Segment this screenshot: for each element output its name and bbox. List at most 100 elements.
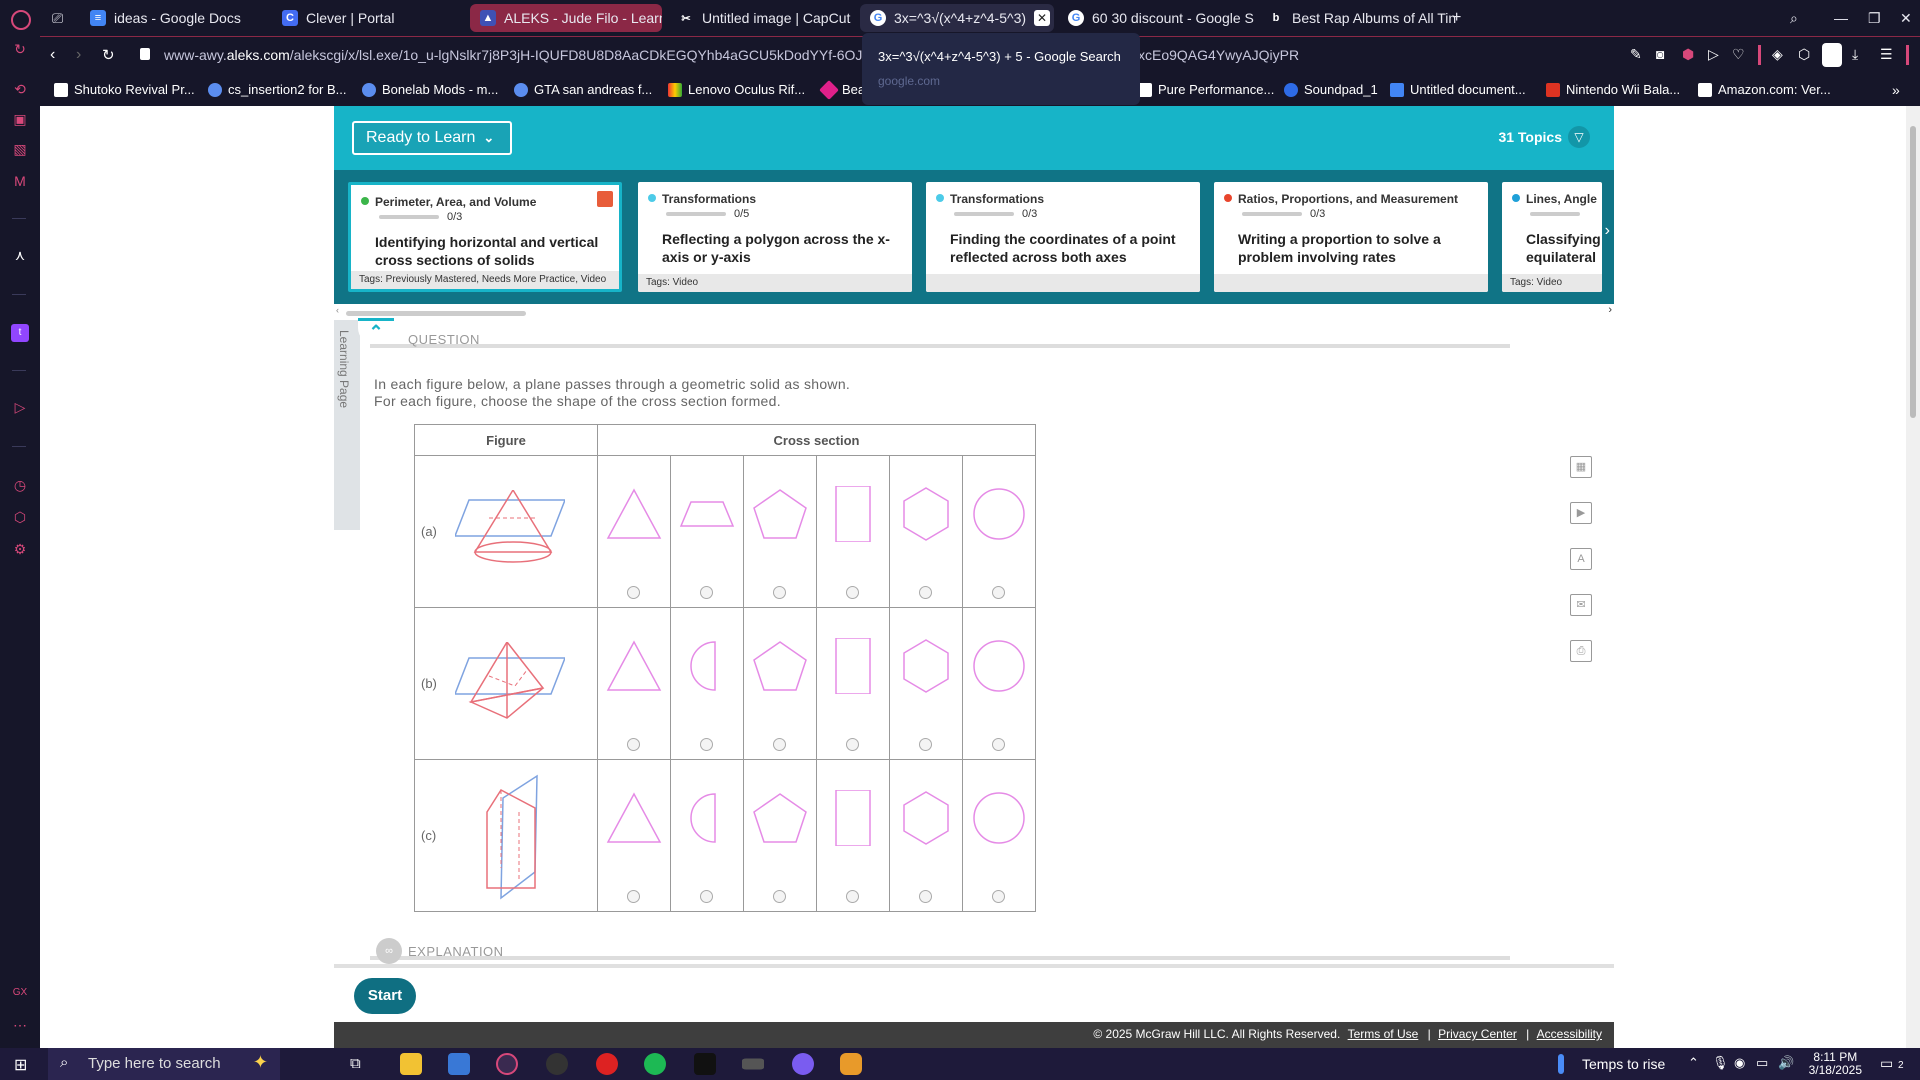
taskbar-search-box[interactable]: ⌕ Type here to search ✦	[48, 1048, 280, 1080]
vpn-icon[interactable]: ⬢	[1682, 46, 1694, 63]
history-icon[interactable]: ◷	[11, 476, 29, 494]
bookmark-item[interactable]: Bea	[819, 79, 865, 100]
accessibility-link[interactable]: Accessibility	[1537, 1027, 1602, 1041]
carousel-scrollbar[interactable]: ‹ ›	[334, 304, 1614, 318]
learning-page-tab[interactable]: Learning Page	[334, 320, 360, 530]
option-semicircle[interactable]	[670, 759, 744, 912]
radio-button[interactable]	[846, 890, 859, 903]
discord-icon[interactable]	[792, 1053, 814, 1075]
radio-button[interactable]	[627, 890, 640, 903]
start-button[interactable]: Start	[354, 978, 416, 1014]
search-tabs-icon[interactable]: ⌕	[1780, 4, 1808, 32]
option-triangle[interactable]	[597, 607, 671, 760]
tab-clever[interactable]: C Clever | Portal	[272, 4, 422, 32]
cube-icon[interactable]: ⬡	[1798, 46, 1810, 63]
tab-manager-icon[interactable]: ⎚	[42, 4, 72, 32]
option-rectangle[interactable]	[816, 607, 890, 760]
option-circle[interactable]	[962, 759, 1036, 912]
collapse-question-button[interactable]: ⌃	[358, 318, 394, 344]
games-icon[interactable]: ⋏	[11, 246, 29, 264]
option-triangle[interactable]	[597, 759, 671, 912]
reload-icon[interactable]: ↻	[102, 46, 115, 64]
lock-icon[interactable]	[140, 48, 150, 60]
print-icon[interactable]: ⎙	[1570, 640, 1592, 662]
tab-capcut[interactable]: ✂ Untitled image | CapCut	[668, 4, 858, 32]
option-triangle[interactable]	[597, 455, 671, 608]
option-hexagon[interactable]	[889, 455, 963, 608]
microphone-icon[interactable]: 🎙	[1712, 1055, 1729, 1071]
bookmark-item[interactable]: Amazon.com: Ver...	[1698, 82, 1831, 97]
settings-icon[interactable]: ⚙	[11, 540, 29, 558]
scroll-left-icon[interactable]: ‹	[336, 305, 339, 315]
bookmark-item[interactable]: Lenovo Oculus Rif...	[668, 82, 805, 97]
app-icon[interactable]	[546, 1053, 568, 1075]
edit-page-icon[interactable]: ✎	[1630, 46, 1642, 63]
network-icon[interactable]: ▭	[1756, 1055, 1768, 1071]
option-circle[interactable]	[962, 607, 1036, 760]
notifications-icon[interactable]: ▭	[1880, 1055, 1893, 1072]
filter-icon[interactable]: ▽	[1568, 126, 1590, 148]
url-field[interactable]: www-awy.aleks.com/alekscgi/x/lsl.exe/1o_…	[164, 47, 869, 63]
file-explorer-icon[interactable]	[400, 1053, 422, 1075]
radio-button[interactable]	[846, 738, 859, 751]
avatar[interactable]	[1822, 43, 1842, 67]
ready-to-learn-dropdown[interactable]: Ready to Learn ⌄	[352, 121, 512, 155]
radio-button[interactable]	[700, 738, 713, 751]
textbook-icon[interactable]: A	[1570, 548, 1592, 570]
bookmark-item[interactable]: Untitled document...	[1390, 82, 1526, 97]
option-hexagon[interactable]	[889, 607, 963, 760]
carousel-next-icon[interactable]: ›	[1605, 222, 1610, 240]
player-icon[interactable]: ▷	[11, 398, 29, 416]
calculator-icon[interactable]: ▦	[1570, 456, 1592, 478]
topic-card[interactable]: Transformations 0/3 Finding the coordina…	[926, 182, 1200, 292]
bookmark-item[interactable]: GTA san andreas f...	[514, 82, 652, 97]
radio-button[interactable]	[627, 738, 640, 751]
pinboard-icon[interactable]: ▧	[11, 140, 29, 158]
bookmarks-overflow-icon[interactable]: »	[1892, 82, 1900, 98]
radio-button[interactable]	[773, 890, 786, 903]
camera-icon[interactable]: ◉	[1734, 1055, 1745, 1071]
spotify-icon[interactable]	[644, 1053, 666, 1075]
option-semicircle[interactable]	[670, 607, 744, 760]
xbox-icon[interactable]	[742, 1058, 764, 1070]
option-pentagon[interactable]	[743, 607, 817, 760]
store-icon[interactable]	[448, 1053, 470, 1075]
tab-bing[interactable]: b Best Rap Albums of All Tin	[1258, 4, 1458, 32]
volume-icon[interactable]: 🔊	[1778, 1055, 1794, 1071]
radio-button[interactable]	[919, 586, 932, 599]
option-pentagon[interactable]	[743, 455, 817, 608]
tab-google-search-discount[interactable]: G 60 30 discount - Google S	[1058, 4, 1258, 32]
more-icon[interactable]: ⋯	[11, 1016, 29, 1034]
radio-button[interactable]	[773, 586, 786, 599]
option-trapezoid[interactable]	[670, 455, 744, 608]
workspace-icon[interactable]: ▣	[11, 110, 29, 128]
radio-button[interactable]	[992, 586, 1005, 599]
radio-button[interactable]	[992, 890, 1005, 903]
option-hexagon[interactable]	[889, 759, 963, 912]
terms-link[interactable]: Terms of Use	[1348, 1027, 1419, 1041]
task-view-icon[interactable]: ⧉	[350, 1055, 361, 1072]
close-window-button[interactable]: ✕	[1890, 4, 1918, 32]
radio-button[interactable]	[627, 586, 640, 599]
weather-text[interactable]: Temps to rise	[1582, 1056, 1665, 1072]
menu-icon[interactable]: ☰	[1880, 46, 1893, 63]
back-icon[interactable]: ‹	[50, 46, 55, 64]
close-tab-icon[interactable]: ✕	[1034, 10, 1051, 26]
favorites-icon[interactable]: ♡	[1732, 46, 1745, 63]
page-scrollbar[interactable]	[1906, 106, 1920, 1048]
opera-gx-icon[interactable]	[496, 1053, 518, 1075]
gx-icon[interactable]: GX	[11, 984, 29, 1002]
scrollbar-thumb[interactable]	[346, 311, 526, 316]
bookmark-item[interactable]: cs_insertion2 for B...	[208, 82, 347, 97]
windows-start-icon[interactable]: ⊞	[14, 1055, 27, 1075]
system-clock[interactable]: 8:11 PM 3/18/2025	[1809, 1051, 1862, 1077]
scroll-right-icon[interactable]: ›	[1608, 304, 1612, 316]
fl-studio-icon[interactable]	[840, 1053, 862, 1075]
radio-button[interactable]	[773, 738, 786, 751]
opera-logo-icon[interactable]	[11, 10, 31, 30]
bookmark-item[interactable]: Bonelab Mods - m...	[362, 82, 498, 97]
new-tab-button[interactable]: +	[1442, 4, 1470, 32]
video-icon[interactable]: ▶	[1570, 502, 1592, 524]
tray-chevron-icon[interactable]: ⌃	[1688, 1055, 1699, 1071]
radio-button[interactable]	[846, 586, 859, 599]
